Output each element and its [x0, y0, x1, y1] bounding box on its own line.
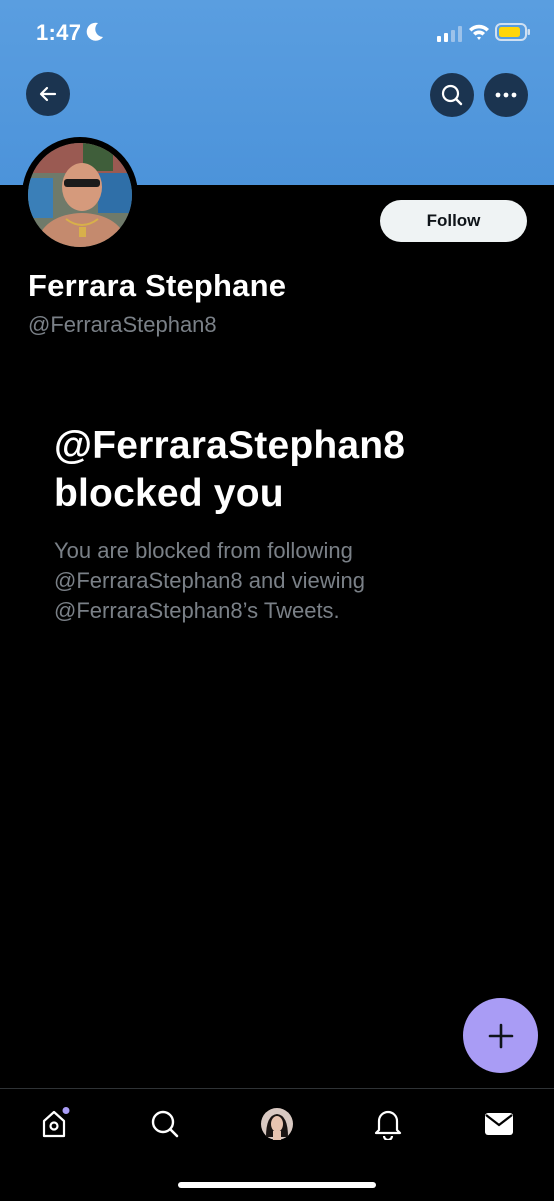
search-icon: [151, 1110, 179, 1138]
home-icon: [42, 1107, 70, 1138]
compose-tweet-button[interactable]: [463, 998, 538, 1073]
search-icon: [441, 84, 463, 106]
mail-icon: [485, 1113, 513, 1135]
search-button[interactable]: [430, 73, 474, 117]
tab-home[interactable]: [39, 1107, 73, 1141]
user-handle: @FerraraStephan8: [28, 312, 217, 337]
status-bar: 1:47: [0, 0, 554, 66]
profile-avatar-icon: [261, 1108, 293, 1140]
battery-icon: [495, 23, 530, 41]
tab-notifications[interactable]: [371, 1107, 405, 1141]
blocked-heading-text: blocked you: [54, 472, 284, 515]
blocked-description-line: You are blocked from following: [54, 538, 353, 563]
more-options-button[interactable]: [484, 73, 528, 117]
moon-icon: [86, 22, 103, 41]
bell-icon: [374, 1110, 402, 1140]
home-indicator: [178, 1182, 376, 1188]
tab-spaces[interactable]: [260, 1107, 294, 1141]
status-time: 1:47: [36, 20, 82, 45]
wifi-icon: [469, 24, 489, 40]
blocked-description: You are blocked from following @FerraraS…: [54, 536, 474, 626]
back-arrow-icon: [39, 86, 57, 102]
more-icon: [495, 92, 517, 98]
profile-avatar[interactable]: [22, 137, 138, 253]
profile-photo: [28, 143, 132, 247]
blocked-heading-handle: @FerraraStephan8: [54, 424, 406, 467]
notification-dot: [62, 1107, 70, 1114]
plus-icon: [488, 1023, 513, 1048]
follow-button[interactable]: Follow: [380, 200, 527, 242]
display-name: Ferrara Stephane: [28, 268, 287, 303]
back-button[interactable]: [26, 72, 70, 116]
tab-messages[interactable]: [482, 1107, 516, 1141]
blocked-heading: @FerraraStephan8 blocked you: [54, 422, 524, 518]
blocked-description-line: @FerraraStephan8 and viewing: [54, 568, 365, 593]
tab-search[interactable]: [148, 1107, 182, 1141]
cellular-signal-icon: [437, 26, 462, 42]
blocked-description-line: @FerraraStephan8’s Tweets.: [54, 598, 340, 623]
